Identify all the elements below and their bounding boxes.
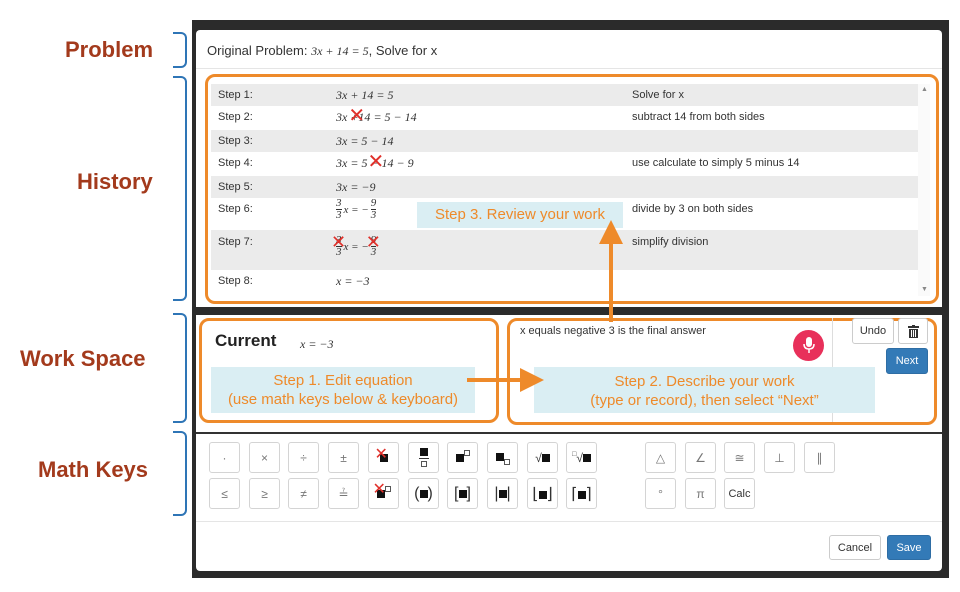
absolute-value-icon: | | xyxy=(494,484,511,502)
floor-icon: ⌊ ⌋ xyxy=(532,485,553,503)
key-nth-root[interactable]: □√ xyxy=(566,442,597,473)
save-button[interactable]: Save xyxy=(887,535,931,560)
key-cancel-power[interactable]: ✕ xyxy=(368,478,399,509)
annotation-arrows xyxy=(467,220,623,392)
key-degree[interactable]: ° xyxy=(645,478,676,509)
fraction-template-icon xyxy=(418,448,429,467)
key-parentheses[interactable]: () xyxy=(408,478,439,509)
brackets-icon: [] xyxy=(454,484,471,502)
key-calc[interactable]: Calc xyxy=(724,478,755,509)
superscript-icon xyxy=(455,450,470,465)
cancel-button[interactable]: Cancel xyxy=(829,535,881,560)
key-fraction[interactable] xyxy=(408,442,439,473)
sqrt-icon: √ xyxy=(535,451,550,465)
nth-root-icon: □√ xyxy=(572,451,591,465)
divider xyxy=(196,521,942,522)
key-less-equal[interactable]: ≤ xyxy=(209,478,240,509)
key-not-equal[interactable]: ≠ xyxy=(288,478,319,509)
key-pi[interactable]: π xyxy=(685,478,716,509)
key-ceiling[interactable]: ⌈ ⌉ xyxy=(566,478,597,509)
key-greater-equal[interactable]: ≥ xyxy=(249,478,280,509)
parentheses-icon: () xyxy=(414,484,433,502)
cancel-term-icon: ✕ xyxy=(374,443,388,463)
key-subscript[interactable] xyxy=(487,442,518,473)
key-brackets[interactable]: [] xyxy=(447,478,478,509)
ceiling-icon: ⌈ ⌉ xyxy=(571,485,592,503)
key-triangle[interactable]: △ xyxy=(645,442,676,473)
key-absolute-value[interactable]: | | xyxy=(487,478,518,509)
key-floor[interactable]: ⌊ ⌋ xyxy=(527,478,558,509)
key-parallel[interactable]: ∥ xyxy=(804,442,835,473)
divider xyxy=(196,432,942,434)
key-angle[interactable]: ∠ xyxy=(685,442,716,473)
key-sqrt[interactable]: √ xyxy=(527,442,558,473)
key-question-equal[interactable]: ≟ xyxy=(328,478,359,509)
key-times[interactable]: × xyxy=(249,442,280,473)
key-congruent[interactable]: ≅ xyxy=(724,442,755,473)
key-plus-minus[interactable]: ± xyxy=(328,442,359,473)
key-divide[interactable]: ÷ xyxy=(288,442,319,473)
key-dot[interactable]: · xyxy=(209,442,240,473)
key-perpendicular[interactable]: ⊥ xyxy=(764,442,795,473)
key-superscript[interactable] xyxy=(447,442,478,473)
cancel-power-icon: ✕ xyxy=(373,479,391,501)
subscript-icon xyxy=(495,450,510,465)
key-cancel-term[interactable]: ✕ xyxy=(368,442,399,473)
